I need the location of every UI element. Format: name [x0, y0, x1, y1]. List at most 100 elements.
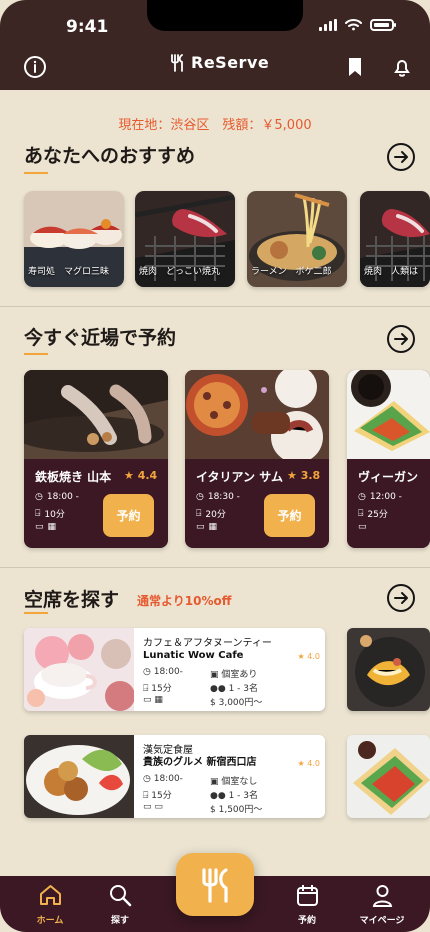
- recommend-card-yakiniku[interactable]: 焼肉 どっこい焼丸: [135, 191, 235, 287]
- rating: ★ 4.0: [297, 652, 320, 661]
- rating-value: 4.0: [307, 652, 320, 661]
- walk-icon: ⍈: [35, 508, 41, 519]
- recommend-title: あなたへのおすすめ: [24, 145, 196, 167]
- vacancy-side-photo[interactable]: [347, 735, 430, 818]
- people-info: ●● 1 - 3名: [210, 788, 258, 801]
- book-button[interactable]: 予約: [264, 494, 315, 537]
- people-text: 1 - 3名: [228, 684, 259, 694]
- price-text: 3,000円〜: [218, 698, 263, 708]
- recommend-label: ラーメン ボケ二郎: [251, 267, 332, 277]
- rating: ★ 4.0: [297, 759, 320, 768]
- walk-icon: ⍈: [143, 684, 149, 694]
- qr-icon: ▦: [47, 522, 57, 532]
- qr-icon: ▦: [154, 695, 163, 705]
- vacancy-walk: ⍈ 15分: [143, 788, 172, 801]
- people-icon: ●●: [210, 684, 226, 694]
- walk-text: 10分: [44, 510, 65, 520]
- nearby-card-italian[interactable]: イタリアン サム ★ 3.8 ◷ 18:30 - ⍈ 20分 ▭ ▦ 予約: [185, 370, 329, 548]
- card-icon: ▭: [143, 802, 152, 812]
- battery-icon: [370, 19, 396, 31]
- payment-meta: ▭: [358, 522, 367, 532]
- price-info: $ 3,000円〜: [210, 695, 262, 708]
- recommend-label: 寿司処 マグロ三昧: [28, 267, 110, 277]
- time-text: 18:00 -: [46, 492, 79, 502]
- walk-meta: ⍈ 10分: [35, 507, 65, 521]
- card-icon: ▭: [358, 522, 367, 532]
- info-button[interactable]: [22, 54, 48, 80]
- cafe-photo: [24, 628, 134, 711]
- vacancy-payment: ▭ ▭: [143, 802, 163, 812]
- section-divider: [0, 567, 430, 568]
- tab-mypage[interactable]: マイページ: [353, 883, 411, 928]
- time-text: 18:00-: [153, 667, 183, 677]
- app-title: ReServe: [191, 53, 270, 72]
- bell-icon: [394, 60, 410, 77]
- notifications-button[interactable]: [389, 54, 415, 80]
- center-restaurant-button[interactable]: [176, 853, 254, 916]
- vacancy-side-photo[interactable]: [347, 628, 430, 711]
- payment-meta: ▭ ▦: [196, 522, 217, 532]
- walk-text: 15分: [151, 684, 172, 694]
- payment-meta: ▭ ▦: [35, 522, 56, 532]
- price-info: $ 1,500円〜: [210, 802, 262, 815]
- tab-home[interactable]: ホーム: [21, 883, 79, 928]
- walk-meta: ⍈ 25分: [358, 507, 388, 521]
- teppanyaki-photo: [24, 370, 168, 459]
- time-meta: ◷ 18:30 -: [196, 492, 240, 502]
- tab-label: マイページ: [359, 916, 405, 926]
- sandwich-photo: [347, 735, 430, 818]
- dollar-icon: $: [210, 698, 216, 708]
- recommend-card-yakiniku-2[interactable]: 焼肉 人類は: [360, 191, 430, 287]
- restaurant-name-line-1: 漢気定食屋: [143, 745, 193, 756]
- karaage-photo: [24, 735, 134, 818]
- info-icon: [24, 56, 46, 78]
- recommend-card-sushi[interactable]: 寿司処 マグロ三昧: [24, 191, 124, 287]
- nearby-arrow-button[interactable]: [387, 325, 415, 353]
- walk-icon: ⍈: [196, 508, 202, 519]
- vacancy-card-cafe[interactable]: カフェ＆アフタヌーンティー Lunatic Wow Cafe ★ 4.0 ◷ 18…: [24, 628, 325, 711]
- pasta-photo: [347, 628, 430, 711]
- rating-value: 4.0: [307, 759, 320, 768]
- vacancy-arrow-button[interactable]: [387, 584, 415, 612]
- top-bar: 9:41 ReServe: [0, 0, 430, 90]
- recommend-arrow-button[interactable]: [387, 143, 415, 171]
- fork-knife-icon: [202, 867, 228, 903]
- vacancy-card-teishoku[interactable]: 漢気定食屋 貴族のグルメ 新宿西口店 ★ 4.0 ◷ 18:00- ⍈ 15分 ▭…: [24, 735, 325, 818]
- card-icon: ▭: [143, 695, 152, 705]
- nearby-card-teppanyaki[interactable]: 鉄板焼き 山本 ★ 4.4 ◷ 18:00 - ⍈ 10分 ▭ ▦ 予約: [24, 370, 168, 548]
- bookmark-button[interactable]: [342, 54, 368, 80]
- tab-search[interactable]: 探す: [91, 883, 149, 928]
- tab-label: 予約: [297, 916, 316, 926]
- walk-text: 20分: [205, 510, 226, 520]
- room-text: 個室あり: [221, 670, 258, 680]
- dollar-icon: $: [210, 805, 216, 815]
- lock-icon: ▣: [210, 670, 219, 680]
- signal-icon: [319, 19, 337, 31]
- tab-label: ホーム: [36, 916, 64, 926]
- room-info: ▣ 個室あり: [210, 667, 257, 680]
- calendar-icon: [296, 885, 318, 906]
- nearby-card-vegan[interactable]: ヴィーガン ◷ 12:00 - ⍈ 25分 ▭: [347, 370, 430, 548]
- tab-label: 探す: [110, 916, 129, 926]
- recommend-underline: [24, 172, 48, 174]
- discount-label: 通常より10%off: [137, 594, 232, 608]
- walk-meta: ⍈ 20分: [196, 507, 226, 521]
- italian-photo: [185, 370, 329, 459]
- book-button[interactable]: 予約: [103, 494, 154, 537]
- recommend-card-ramen[interactable]: ラーメン ボケ二郎: [247, 191, 347, 287]
- price-text: 1,500円〜: [218, 805, 263, 815]
- rating-value: 3.8: [300, 469, 321, 482]
- location-balance: 現在地：渋谷区 残額：￥5,000: [118, 118, 312, 133]
- restaurant-name-line-1: カフェ＆アフタヌーンティー: [143, 638, 272, 649]
- clock-icon: ◷: [143, 667, 151, 677]
- restaurant-name-line-2: Lunatic Wow Cafe: [143, 650, 244, 661]
- card-icon: ▭: [196, 522, 205, 532]
- vacancy-time: ◷ 18:00-: [143, 774, 183, 784]
- tab-reservations[interactable]: 予約: [278, 883, 336, 928]
- qr-icon: ▦: [208, 522, 218, 532]
- status-icons: [319, 19, 396, 31]
- walk-icon: ⍈: [358, 508, 364, 519]
- arrow-right-icon: [394, 151, 408, 163]
- nearby-underline: [24, 353, 48, 355]
- walk-text: 25分: [367, 510, 388, 520]
